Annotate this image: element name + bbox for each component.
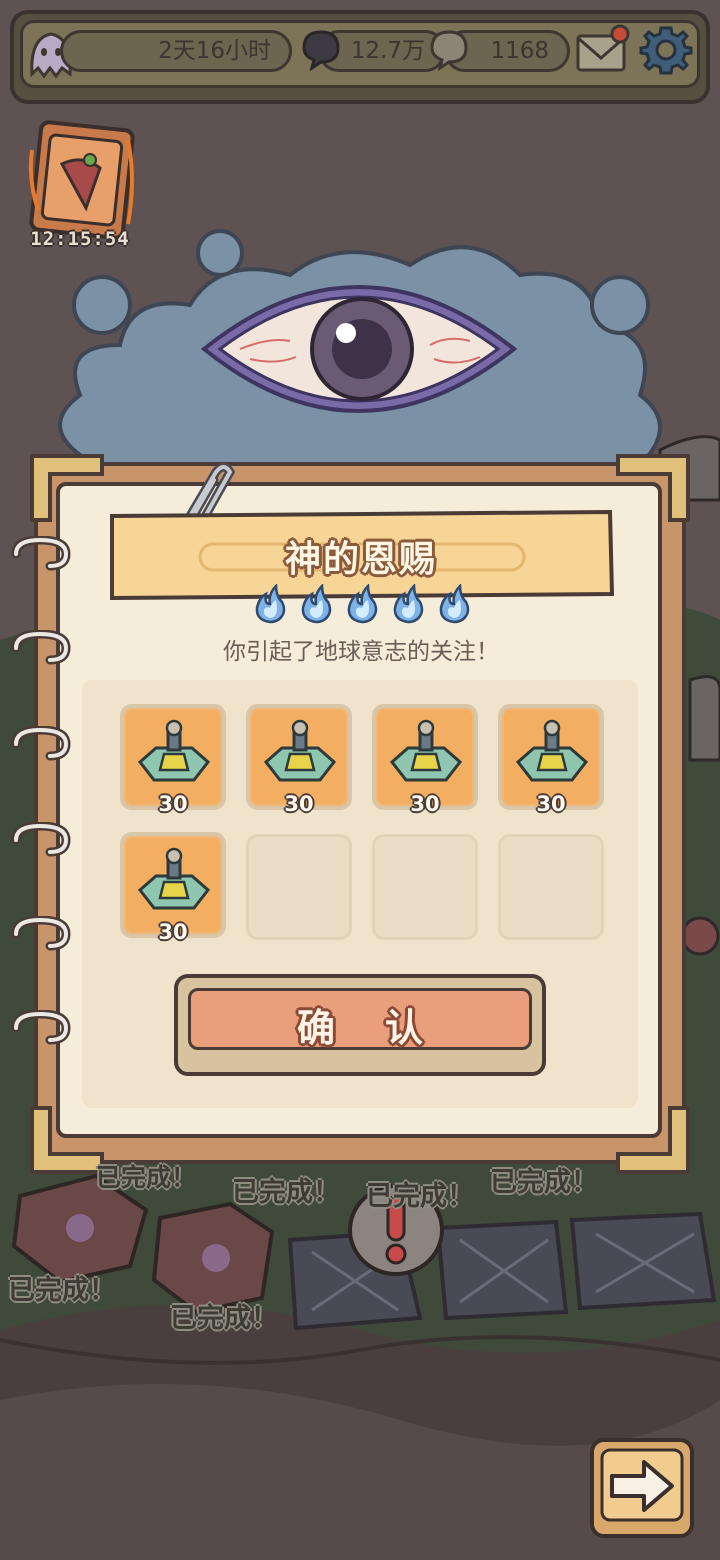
arrow-right-button[interactable] <box>588 1436 696 1540</box>
machine-part-icon <box>137 719 211 782</box>
completed-label: 已完成！ <box>490 1167 598 1198</box>
blue-flame-icon <box>393 584 424 624</box>
reward-slot[interactable]: 30 <box>372 704 478 816</box>
corner-ornament-top-left <box>30 454 104 522</box>
machine-part-icon <box>389 719 463 782</box>
machine-part-icon <box>263 719 337 782</box>
completed-label: 已完成！ <box>96 1163 197 1192</box>
completed-label: 已完成！ <box>170 1303 278 1334</box>
spiral-ring <box>11 916 71 951</box>
reward-quantity: 30 <box>158 792 188 816</box>
blue-flame-icon <box>301 584 332 624</box>
dialog-title: 神的恩赐 <box>284 539 437 580</box>
reward-quantity: 30 <box>284 792 314 816</box>
machine-part-icon <box>137 847 211 910</box>
completed-label: 已完成！ <box>366 1181 474 1212</box>
empty-reward-slot <box>498 834 604 940</box>
confirm-button[interactable]: 确认 <box>174 974 546 1076</box>
reward-quantity: 30 <box>158 920 188 944</box>
corner-ornament-top-right <box>616 454 690 522</box>
empty-reward-slot <box>246 834 352 940</box>
machine-part-icon <box>515 719 589 782</box>
mail-icon[interactable] <box>574 24 630 76</box>
completed-label: 已完成！ <box>232 1177 340 1208</box>
event-card-icon[interactable] <box>28 120 136 240</box>
reward-quantity: 30 <box>536 792 566 816</box>
completed-label: 已完成！ <box>8 1275 116 1306</box>
reward-quantity: 30 <box>410 792 440 816</box>
chat-bubble-light-icon <box>430 30 468 72</box>
event-time-text: 2天16小时 <box>158 38 271 64</box>
spiral-ring <box>11 822 71 857</box>
star-rating <box>252 584 472 624</box>
blue-flame-icon <box>347 584 378 624</box>
currency-2-value: 1168 <box>490 38 549 64</box>
reward-slot[interactable]: 30 <box>120 832 226 944</box>
currency-1-value: 12.7万 <box>350 38 425 64</box>
corner-ornament-bottom-left <box>30 1106 104 1174</box>
spiral-ring <box>11 630 71 665</box>
dialog-subtitle: 你引起了地球意志的关注！ <box>223 639 499 665</box>
spiral-ring <box>11 1010 71 1045</box>
blue-flame-icon <box>439 584 470 624</box>
event-time-pill: 2天16小时 <box>60 30 292 72</box>
confirm-button-label: 确认 <box>296 1006 473 1050</box>
chat-bubble-dark-icon <box>302 30 340 72</box>
spiral-ring <box>11 536 71 571</box>
reward-slot[interactable]: 30 <box>498 704 604 816</box>
cloud-eye-icon <box>58 229 662 467</box>
reward-slot[interactable]: 30 <box>246 704 352 816</box>
reward-slot[interactable]: 30 <box>120 704 226 816</box>
blue-flame-icon <box>255 584 286 624</box>
spiral-ring <box>11 726 71 761</box>
corner-ornament-bottom-right <box>616 1106 690 1174</box>
empty-reward-slot <box>372 834 478 940</box>
gear-icon[interactable] <box>638 22 694 78</box>
confirm-button-face: 确认 <box>188 988 532 1050</box>
